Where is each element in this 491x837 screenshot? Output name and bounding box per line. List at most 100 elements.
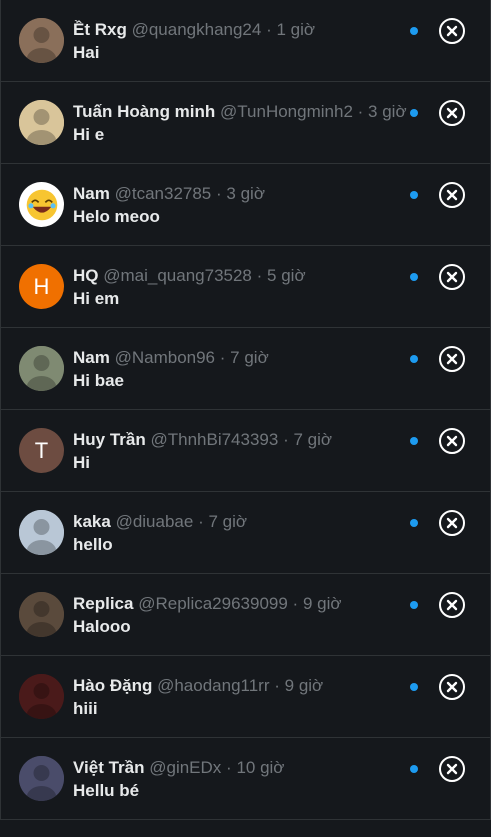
avatar[interactable] [19, 182, 64, 227]
timestamp: 7 giờ [230, 348, 269, 367]
user-name[interactable]: Huy Trần [73, 430, 146, 449]
avatar[interactable] [19, 592, 64, 637]
user-handle[interactable]: @tcan32785 [115, 184, 212, 203]
dismiss-button[interactable] [439, 592, 465, 618]
unread-dot-icon [410, 765, 418, 773]
avatar[interactable] [19, 18, 64, 63]
notification-list: Ềt Rxg @quangkhang24 · 1 giờ Hai Tuấn Ho… [0, 0, 491, 820]
dismiss-button[interactable] [439, 428, 465, 454]
dismiss-button[interactable] [439, 264, 465, 290]
dismiss-button[interactable] [439, 18, 465, 44]
close-icon [446, 763, 458, 775]
user-name[interactable]: Ềt Rxg [73, 20, 127, 39]
dismiss-button[interactable] [439, 346, 465, 372]
notification-row[interactable]: Ềt Rxg @quangkhang24 · 1 giờ Hai [1, 0, 490, 82]
notification-row[interactable]: Hào Đặng @haodang11rr · 9 giờ hiii [1, 656, 490, 738]
avatar-letter: T [34, 437, 49, 463]
user-handle[interactable]: @diuabae [116, 512, 194, 531]
user-handle[interactable]: @TunHongminh2 [220, 102, 353, 121]
notification-text: Nam @Nambon96 · 7 giờ Hi bae [73, 347, 410, 392]
user-handle[interactable]: @mai_quang73528 [103, 266, 252, 285]
message-preview: Hi e [73, 125, 105, 144]
unread-dot-icon [410, 683, 418, 691]
message-preview: Hellu bé [73, 781, 140, 800]
timestamp: 10 giờ [236, 758, 285, 777]
timestamp: 1 giờ [276, 20, 316, 39]
unread-dot-icon [410, 27, 418, 35]
avatar[interactable] [19, 756, 64, 801]
user-handle[interactable]: @Nambon96 [115, 348, 215, 367]
user-name[interactable]: Nam [73, 348, 110, 367]
message-preview: Helo meoo [73, 207, 160, 226]
user-name[interactable]: Hào Đặng [73, 676, 152, 695]
user-name[interactable]: Việt Trần [73, 758, 145, 777]
avatar[interactable] [19, 346, 64, 391]
user-name[interactable]: Replica [73, 594, 133, 613]
unread-dot-icon [410, 355, 418, 363]
separator: · [198, 512, 204, 531]
timestamp: 5 giờ [267, 266, 306, 285]
notification-row[interactable]: Nam @Nambon96 · 7 giờ Hi bae [1, 328, 490, 410]
separator: · [274, 676, 280, 695]
unread-dot-icon [410, 519, 418, 527]
notification-text: Ềt Rxg @quangkhang24 · 1 giờ Hai [73, 19, 410, 64]
message-preview: Hi em [73, 289, 120, 308]
close-icon [446, 681, 458, 693]
separator: · [292, 594, 299, 613]
unread-dot-icon [410, 437, 418, 445]
separator: · [266, 20, 272, 39]
user-handle[interactable]: @ThnhBi743393 [150, 430, 278, 449]
avatar-photo-icon [19, 18, 64, 63]
notification-row[interactable]: kaka @diuabae · 7 giờ hello [1, 492, 490, 574]
avatar[interactable] [19, 510, 64, 555]
notification-row[interactable]: Nam @tcan32785 · 3 giờ Helo meoo [1, 164, 490, 246]
avatar-photo-icon [19, 592, 64, 637]
user-handle[interactable]: @Replica29639099 [138, 594, 288, 613]
dismiss-button[interactable] [439, 100, 465, 126]
dismiss-button[interactable] [439, 756, 465, 782]
close-icon [446, 25, 458, 37]
avatar-photo-icon [19, 674, 64, 719]
notification-row[interactable]: Tuấn Hoàng minh @TunHongminh2 · 3 giờ Hi… [1, 82, 490, 164]
user-name[interactable]: Nam [73, 184, 110, 203]
close-icon [446, 517, 458, 529]
user-name[interactable]: HQ [73, 266, 99, 285]
notification-row[interactable]: H HQ @mai_quang73528 · 5 giờ Hi em [1, 246, 490, 328]
dismiss-button[interactable] [439, 510, 465, 536]
timestamp: 3 giờ [226, 184, 265, 203]
message-preview: Halooo [73, 617, 131, 636]
notification-text: Việt Trần @ginEDx · 10 giờ Hellu bé [73, 757, 410, 802]
notification-row[interactable]: T Huy Trần @ThnhBi743393 · 7 giờ Hi [1, 410, 490, 492]
timestamp: 3 giờ [368, 102, 407, 121]
user-handle[interactable]: @haodang11rr [157, 676, 269, 695]
notification-row[interactable]: Replica @Replica29639099 · 9 giờ Halooo [1, 574, 490, 656]
avatar[interactable]: H [19, 264, 64, 309]
notification-text: Huy Trần @ThnhBi743393 · 7 giờ Hi [73, 429, 410, 474]
user-handle[interactable]: @quangkhang24 [132, 20, 262, 39]
user-name[interactable]: kaka [73, 512, 111, 531]
notification-row[interactable]: Việt Trần @ginEDx · 10 giờ Hellu bé [1, 738, 490, 820]
close-icon [446, 353, 458, 365]
user-handle[interactable]: @ginEDx [149, 758, 221, 777]
close-icon [446, 189, 458, 201]
close-icon [446, 599, 458, 611]
close-icon [446, 271, 458, 283]
notification-text: Nam @tcan32785 · 3 giờ Helo meoo [73, 183, 410, 228]
timestamp: 7 giờ [293, 430, 333, 449]
avatar[interactable] [19, 674, 64, 719]
avatar[interactable]: T [19, 428, 64, 473]
separator: · [357, 102, 364, 121]
avatar-photo-icon [19, 756, 64, 801]
notification-text: kaka @diuabae · 7 giờ hello [73, 511, 410, 556]
timestamp: 7 giờ [208, 512, 248, 531]
unread-dot-icon [410, 601, 418, 609]
dismiss-button[interactable] [439, 182, 465, 208]
separator: · [256, 266, 263, 285]
unread-dot-icon [410, 191, 418, 199]
message-preview: Hi bae [73, 371, 125, 390]
avatar[interactable] [19, 100, 64, 145]
timestamp: 9 giờ [302, 594, 342, 613]
user-name[interactable]: Tuấn Hoàng minh [73, 102, 215, 121]
separator: · [226, 758, 232, 777]
dismiss-button[interactable] [439, 674, 465, 700]
